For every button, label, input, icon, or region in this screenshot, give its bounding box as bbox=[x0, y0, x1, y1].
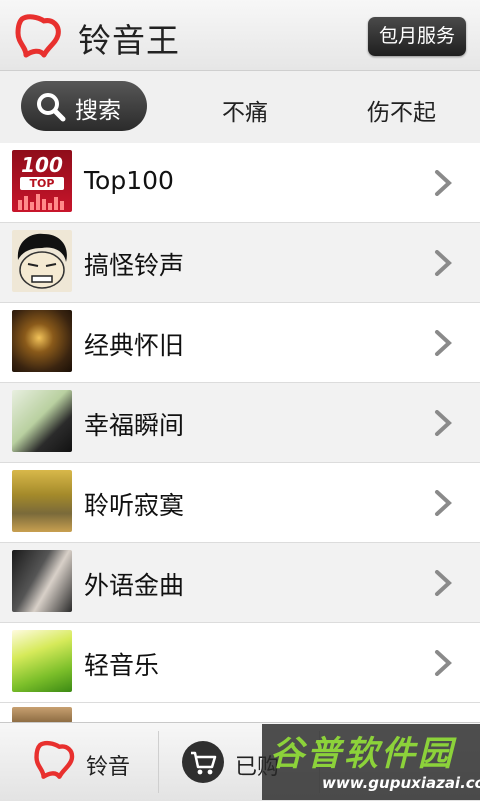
list-item-top100[interactable]: 100 TOP Top100 bbox=[0, 143, 480, 223]
category-tabs: 搜索 不痛 伤不起 bbox=[0, 71, 480, 144]
app-header: 铃音王 包月服务 bbox=[0, 0, 480, 71]
holding-hands-thumbnail bbox=[12, 390, 72, 452]
list-item-label: 幸福瞬间 bbox=[84, 411, 185, 440]
chevron-right-icon bbox=[435, 410, 452, 436]
chevron-right-icon bbox=[435, 330, 452, 356]
cart-icon bbox=[182, 741, 224, 783]
list-item-happy-moments[interactable]: 幸福瞬间 bbox=[0, 383, 480, 463]
search-icon bbox=[37, 93, 66, 122]
equalizer-icon bbox=[18, 194, 64, 210]
search-button[interactable]: 搜索 bbox=[21, 81, 147, 131]
chevron-right-icon bbox=[435, 650, 452, 676]
list-item-label: 外语金曲 bbox=[84, 571, 185, 600]
bell-icon bbox=[34, 740, 75, 779]
top100-thumbnail: 100 TOP bbox=[12, 150, 72, 212]
funny-face-thumbnail bbox=[12, 230, 72, 292]
list-item-partial[interactable] bbox=[0, 703, 480, 723]
vinyl-record-thumbnail bbox=[12, 310, 72, 372]
subscription-service-button[interactable]: 包月服务 bbox=[368, 17, 466, 56]
thumb-text: 100 bbox=[21, 153, 63, 177]
search-label: 搜索 bbox=[75, 98, 121, 124]
chevron-right-icon bbox=[435, 490, 452, 516]
list-item-light-music[interactable]: 轻音乐 bbox=[0, 623, 480, 703]
list-item-loneliness[interactable]: 聆听寂寞 bbox=[0, 463, 480, 543]
cartoon-face-icon bbox=[17, 233, 67, 289]
tab-shangbuqi[interactable]: 伤不起 bbox=[367, 93, 436, 127]
list-item-funny[interactable]: 搞怪铃声 bbox=[0, 223, 480, 303]
chevron-right-icon bbox=[435, 570, 452, 596]
green-grass-thumbnail bbox=[12, 630, 72, 692]
nav-ringtone-label: 铃音 bbox=[86, 755, 131, 780]
thumb-sub: TOP bbox=[20, 177, 64, 190]
list-item-label: 经典怀旧 bbox=[84, 331, 185, 360]
chevron-right-icon bbox=[435, 170, 452, 196]
watermark-title: 谷普软件园 bbox=[270, 734, 455, 774]
chevron-right-icon bbox=[435, 250, 452, 276]
list-item-label: 轻音乐 bbox=[84, 651, 160, 680]
autumn-road-thumbnail bbox=[12, 470, 72, 532]
bell-logo-icon bbox=[15, 14, 61, 58]
tab-butong[interactable]: 不痛 bbox=[222, 93, 268, 127]
list-item-classic[interactable]: 经典怀旧 bbox=[0, 303, 480, 383]
list-item-label: Top100 bbox=[84, 166, 174, 195]
nav-ringtone[interactable]: 铃音 bbox=[0, 723, 158, 801]
app-title: 铃音王 bbox=[78, 21, 180, 60]
watermark-url: www.gupuxiazai.com bbox=[322, 774, 480, 792]
partial-thumbnail bbox=[12, 707, 72, 723]
category-list: 100 TOP Top100 搞怪铃声 经典怀旧 幸福瞬间 聆听寂寞 外语金曲 … bbox=[0, 143, 480, 703]
singer-portrait-thumbnail bbox=[12, 550, 72, 612]
list-item-label: 聆听寂寞 bbox=[84, 491, 185, 520]
list-item-label: 搞怪铃声 bbox=[84, 251, 185, 280]
site-watermark: 谷普软件园 www.gupuxiazai.com bbox=[262, 724, 480, 800]
list-item-foreign-songs[interactable]: 外语金曲 bbox=[0, 543, 480, 623]
